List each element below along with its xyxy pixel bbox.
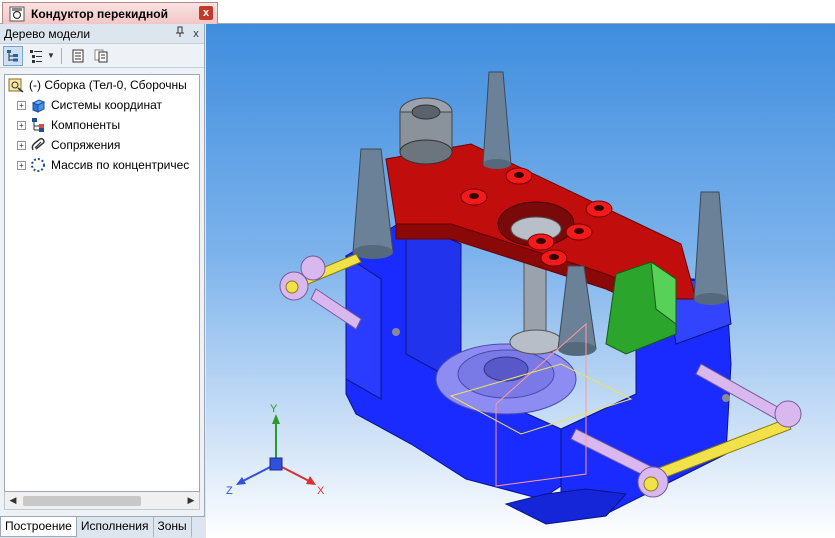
pin <box>693 191 729 305</box>
pin-icon[interactable] <box>172 26 188 42</box>
bushing <box>540 249 568 267</box>
tree-item[interactable]: + Компоненты <box>5 115 199 135</box>
tree-view-options-button[interactable] <box>26 46 46 66</box>
scroll-track[interactable] <box>21 495 183 507</box>
coordinate-system-icon <box>31 99 46 113</box>
bushing <box>527 233 555 251</box>
tree-root[interactable]: (-) Сборка (Тел-0, Сборочны <box>5 75 199 95</box>
components-icon <box>32 118 44 132</box>
expand-icon[interactable]: + <box>17 120 26 130</box>
document-title: Кондуктор перекидной <box>31 6 168 21</box>
scroll-left-icon[interactable]: ◀ <box>5 495 21 506</box>
tree-item-label: Компоненты <box>51 118 121 132</box>
tree-structure-icon <box>7 49 18 61</box>
circular-pattern-icon <box>31 158 45 172</box>
bushing <box>460 188 488 206</box>
tree-item[interactable]: + Системы координат <box>5 95 199 115</box>
tab-construction[interactable]: Построение <box>0 517 77 537</box>
document-tab[interactable]: Кондуктор перекидной x <box>2 2 218 24</box>
model-tree: (-) Сборка (Тел-0, Сборочны + Системы ко… <box>4 74 200 492</box>
tree-item[interactable]: + Массив по концентричес <box>5 155 199 175</box>
expand-icon[interactable]: + <box>17 140 26 150</box>
handle-knob <box>300 255 326 281</box>
tab-zones[interactable]: Зоны <box>154 517 192 537</box>
assembly-document-icon <box>9 6 25 21</box>
panel-header: Дерево модели x <box>0 24 204 44</box>
scroll-right-icon[interactable]: ▶ <box>183 495 199 506</box>
model-render: Y X Z <box>226 71 802 525</box>
toolbar-separator <box>60 47 62 64</box>
tree-structure-button[interactable] <box>3 45 23 66</box>
tree-item-label: Сопряжения <box>51 138 121 152</box>
panel-title: Дерево модели <box>4 26 91 41</box>
assembly-root-icon <box>8 78 24 93</box>
3d-viewport[interactable]: Y X Z <box>206 24 835 538</box>
expand-icon[interactable]: + <box>17 100 26 110</box>
close-icon[interactable]: x <box>199 6 213 20</box>
handle-knob <box>637 466 669 498</box>
bushing <box>505 167 533 185</box>
document-properties-icon <box>72 49 84 62</box>
panel-close-icon[interactable]: x <box>188 26 204 42</box>
copy-document-button[interactable] <box>91 46 111 66</box>
expand-icon[interactable]: + <box>17 160 26 170</box>
panel-bottom-tabs: Построение Исполнения Зоны <box>0 516 205 538</box>
mates-icon <box>31 138 45 151</box>
y-axis-label: Y <box>270 403 278 415</box>
x-axis-label: X <box>317 485 325 497</box>
model-tree-panel: Дерево модели x ▼ (-) Сборка (Тел-0, Сбо… <box>0 24 205 538</box>
tree-item-label: Массив по концентричес <box>51 158 190 172</box>
properties-button[interactable] <box>68 46 88 66</box>
tree-horizontal-scrollbar[interactable]: ◀ ▶ <box>4 492 200 510</box>
handle-knob <box>774 400 802 428</box>
tab-versions[interactable]: Исполнения <box>77 517 154 537</box>
tree-item-label: Системы координат <box>51 98 162 112</box>
tree-root-label: (-) Сборка (Тел-0, Сборочны <box>29 78 187 92</box>
tree-item[interactable]: + Сопряжения <box>5 135 199 155</box>
axis-triad: Y X Z <box>226 403 325 497</box>
document-tabstrip: Кондуктор перекидной x <box>0 0 835 24</box>
clamp-nut <box>399 97 453 165</box>
list-view-icon <box>30 49 42 63</box>
chevron-down-icon[interactable]: ▼ <box>47 51 55 60</box>
pin <box>482 71 512 169</box>
bushing <box>585 200 613 218</box>
z-axis-label: Z <box>226 485 233 497</box>
bushing <box>565 223 593 241</box>
copy-icon <box>94 49 108 62</box>
scroll-thumb[interactable] <box>23 495 141 506</box>
panel-toolbar: ▼ <box>0 44 204 68</box>
